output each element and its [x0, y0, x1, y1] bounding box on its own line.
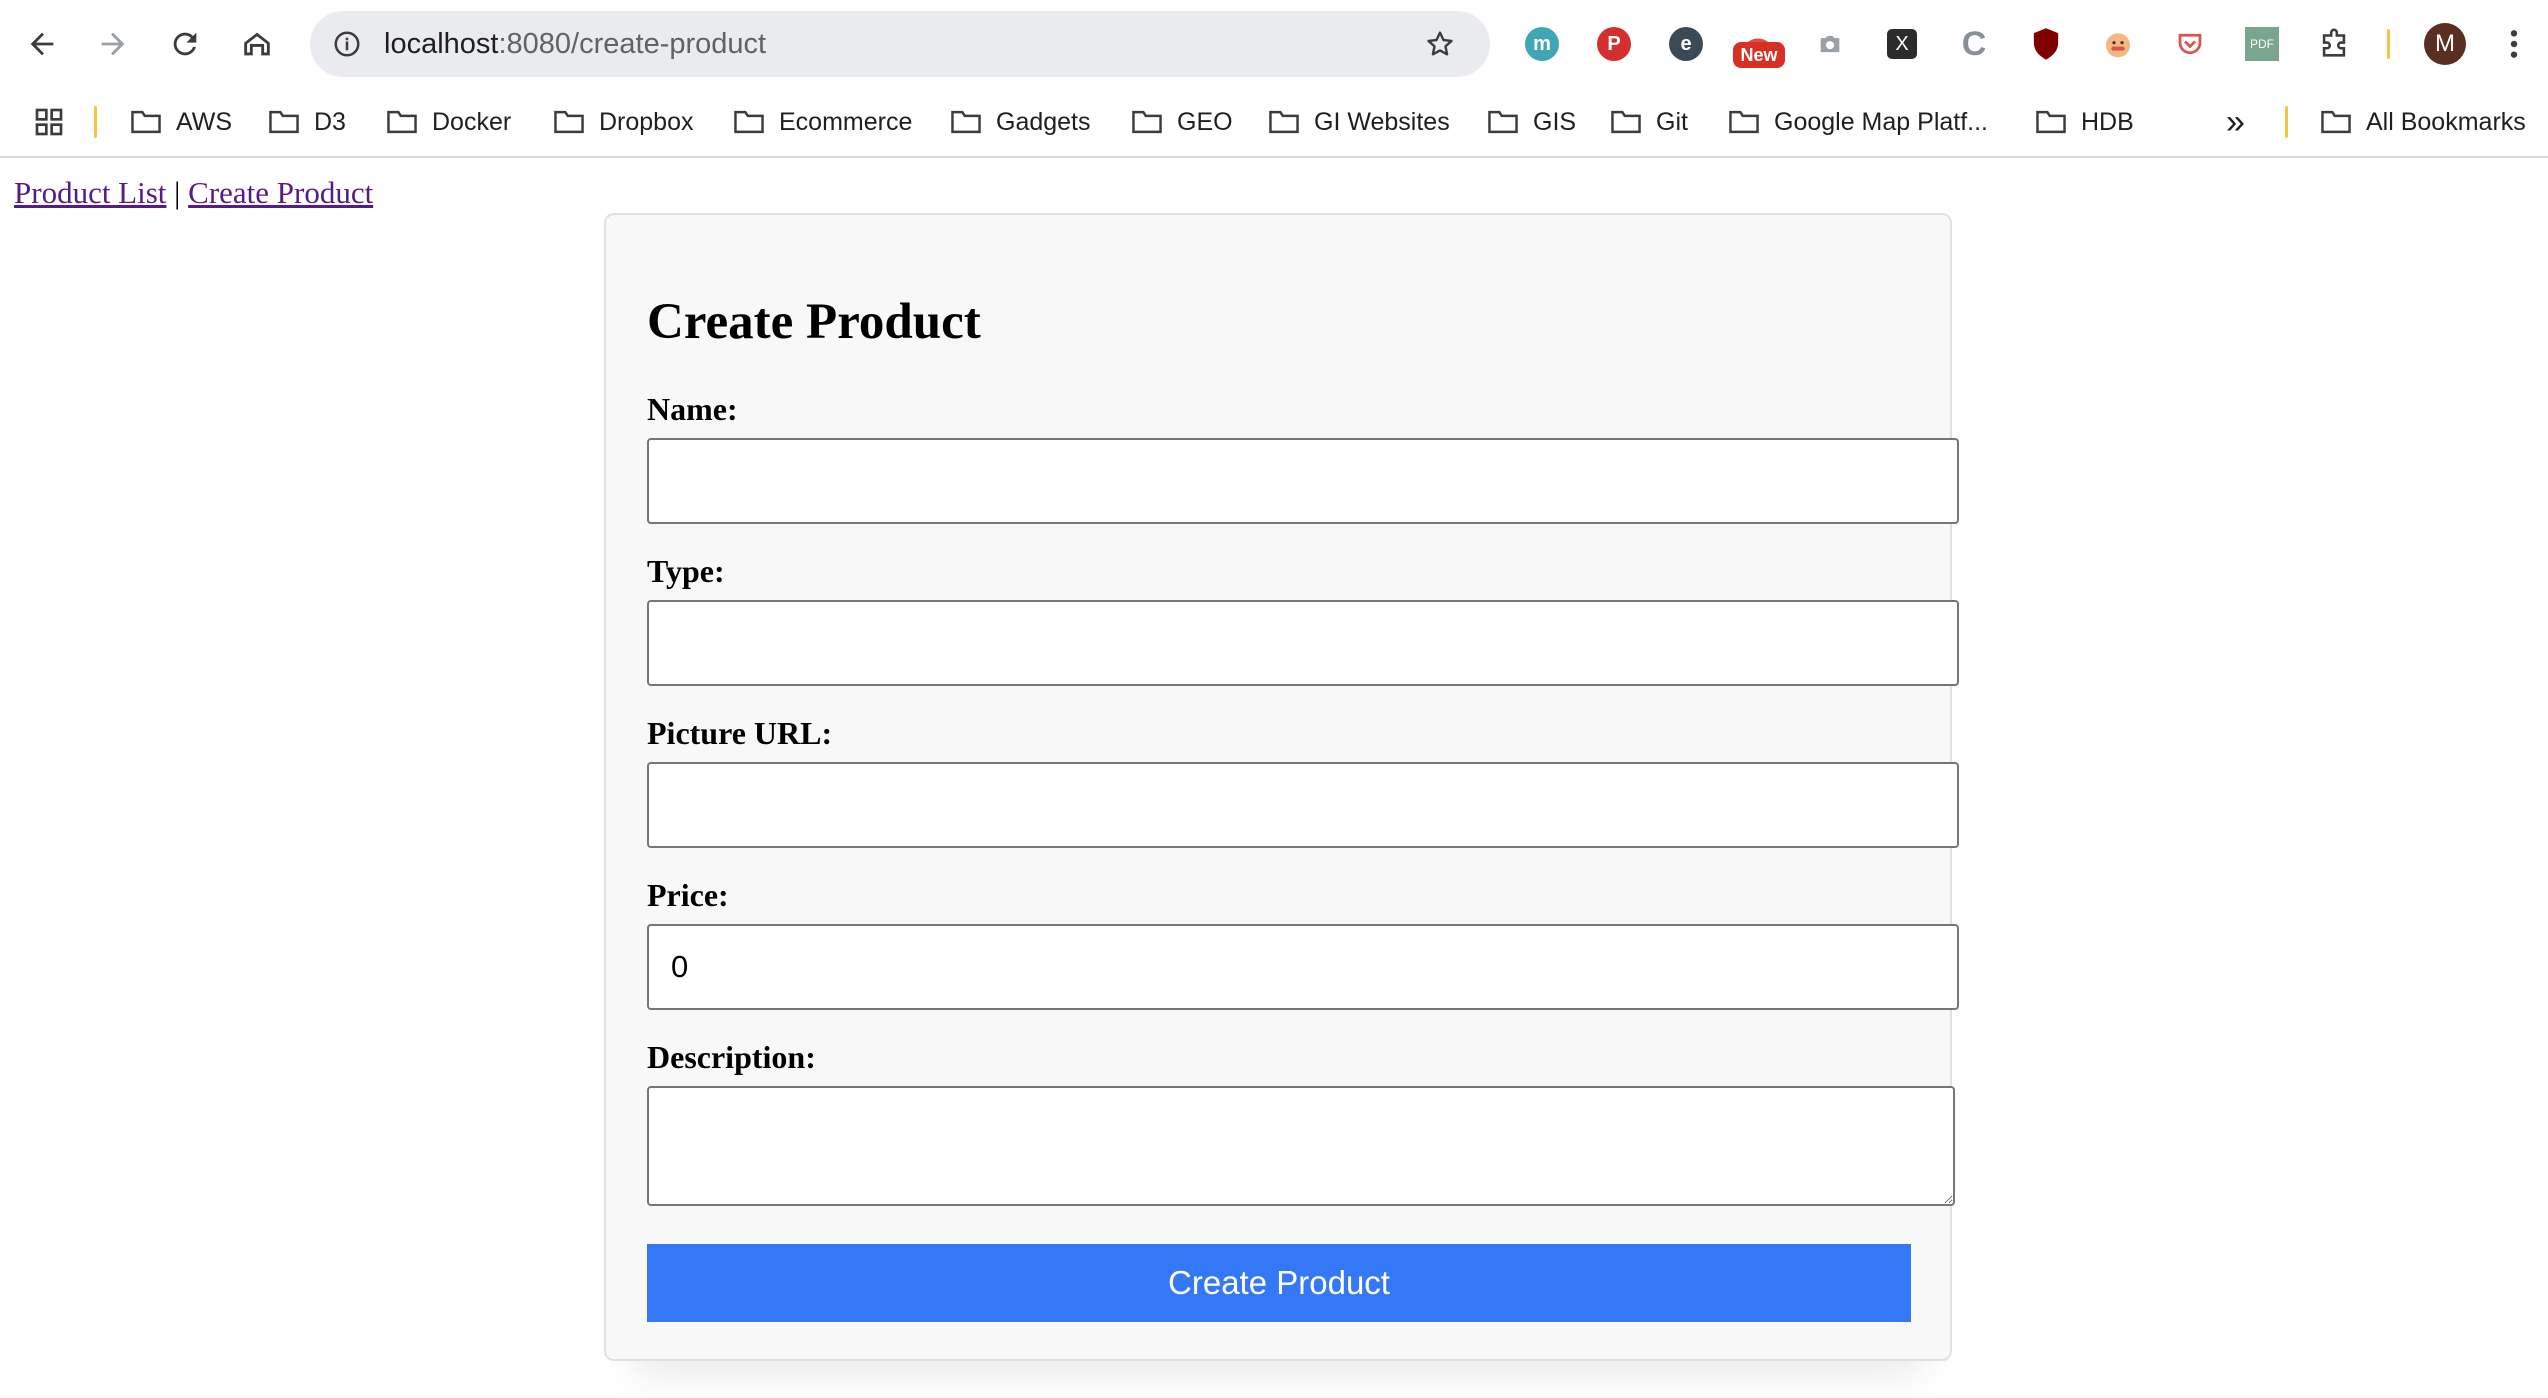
folder-icon [1729, 110, 1759, 134]
folder-icon [1488, 110, 1518, 134]
folder-icon [2036, 110, 2066, 134]
bookmark-label: Docker [432, 107, 512, 136]
folder-icon [131, 110, 161, 134]
bookmark-label: Git [1656, 107, 1688, 136]
m-extension-letter: m [1525, 27, 1559, 61]
url-host: localhost [384, 28, 499, 60]
pocket-extension-icon[interactable] [2170, 24, 2210, 64]
bookmark-folder-dropbox[interactable]: Dropbox [553, 88, 694, 156]
all-bookmarks-button[interactable]: All Bookmarks [2320, 88, 2526, 156]
bookmark-label: GIS [1533, 107, 1577, 136]
bookmark-folder-git[interactable]: Git [1610, 88, 1688, 156]
pdf-extension-label: PDF [2245, 27, 2279, 61]
bookmark-label: Google Map Platf... [1774, 107, 1989, 136]
bookmark-folder-docker[interactable]: Docker [386, 88, 511, 156]
arrow-left-icon [30, 32, 54, 56]
folder-icon [734, 110, 764, 134]
c-extension-icon[interactable]: C [1954, 24, 1994, 64]
description-textarea[interactable] [647, 1086, 1955, 1206]
bookmark-folder-ecommerce[interactable]: Ecommerce [733, 88, 912, 156]
description-label: Description: [647, 1039, 816, 1075]
forward-button[interactable] [88, 19, 138, 69]
pdf-extension-icon[interactable]: PDF [2242, 24, 2282, 64]
url-text: localhost:8080/create-product [384, 11, 766, 77]
profile-avatar[interactable]: M [2424, 23, 2466, 65]
name-label: Name: [647, 391, 738, 427]
address-bar[interactable]: localhost:8080/create-product [310, 11, 1490, 77]
bookmarks-bar: AWS D3 Docker Dropbox Ecommerce Gadgets … [0, 88, 2548, 158]
bookmark-label: HDB [2081, 107, 2134, 136]
type-input[interactable] [647, 600, 1959, 686]
folder-icon [554, 110, 584, 134]
x-extension-icon[interactable]: X [1882, 24, 1922, 64]
bookmark-label: Dropbox [599, 107, 694, 136]
bookmark-label: Ecommerce [779, 107, 913, 136]
bookmark-folder-gis[interactable]: GIS [1487, 88, 1576, 156]
folder-icon [1611, 110, 1641, 134]
folder-icon [2321, 110, 2351, 134]
product-list-link[interactable]: Product List [14, 175, 166, 210]
create-product-button[interactable]: Create Product [647, 1244, 1911, 1322]
form-title: Create Product [647, 294, 981, 350]
apps-grid-icon[interactable] [33, 88, 65, 156]
all-bookmarks-label: All Bookmarks [2366, 107, 2526, 136]
folder-icon [269, 110, 299, 134]
home-button[interactable] [232, 19, 282, 69]
e-extension-icon[interactable]: e [1666, 24, 1706, 64]
bookmark-folder-gi-websites[interactable]: GI Websites [1268, 88, 1450, 156]
toolbar-separator [2387, 29, 2390, 59]
bookmarks-separator-right [2285, 106, 2288, 138]
name-input[interactable] [647, 438, 1959, 524]
bookmark-label: GI Websites [1314, 107, 1450, 136]
price-input[interactable] [647, 924, 1959, 1010]
home-icon [244, 32, 270, 56]
bookmark-folder-aws[interactable]: AWS [130, 88, 232, 156]
type-label: Type: [647, 553, 725, 589]
url-path: :8080/create-product [498, 28, 767, 60]
folder-icon [951, 110, 981, 134]
create-product-link[interactable]: Create Product [188, 175, 373, 210]
camera-extension-icon[interactable] [1810, 24, 1850, 64]
new-badge: New [1733, 42, 1785, 68]
picture-url-label: Picture URL: [647, 715, 833, 751]
folder-icon [1132, 110, 1162, 134]
reload-button[interactable] [160, 19, 210, 69]
bookmarks-separator [94, 106, 97, 138]
ublock-shield-icon[interactable] [2026, 24, 2066, 64]
menu-kebab-icon[interactable] [2494, 24, 2534, 64]
extensions-puzzle-icon[interactable] [2314, 24, 2354, 64]
reload-icon [173, 32, 197, 56]
arrow-right-icon [101, 32, 125, 56]
bookmark-folder-google-map-platform[interactable]: Google Map Platf... [1728, 88, 1988, 156]
browser-toolbar: localhost:8080/create-product m P e New … [0, 0, 2548, 88]
create-product-form: Create Product Name: Type: Picture URL: … [604, 213, 1959, 1361]
bookmark-label: GEO [1177, 107, 1233, 136]
back-button[interactable] [17, 19, 67, 69]
site-info-icon[interactable] [327, 24, 367, 64]
folder-icon [387, 110, 417, 134]
price-label: Price: [647, 877, 729, 913]
bookmark-star-icon[interactable] [1420, 24, 1460, 64]
m-extension-icon[interactable]: m [1522, 24, 1562, 64]
bookmark-label: AWS [176, 107, 233, 136]
cat-extension-icon[interactable] [2098, 24, 2138, 64]
folder-icon [1269, 110, 1299, 134]
nav-separator: | [174, 175, 181, 210]
bookmarks-overflow-chevron-icon[interactable]: » [2226, 88, 2245, 156]
bookmark-folder-hdb[interactable]: HDB [2035, 88, 2134, 156]
picture-url-input[interactable] [647, 762, 1959, 848]
bookmark-label: D3 [314, 107, 346, 136]
bookmark-folder-d3[interactable]: D3 [268, 88, 346, 156]
pinterest-extension-icon[interactable]: P [1594, 24, 1634, 64]
bookmark-folder-geo[interactable]: GEO [1131, 88, 1233, 156]
bookmark-folder-gadgets[interactable]: Gadgets [950, 88, 1091, 156]
page-nav: Product List | Create Product [14, 175, 373, 211]
bookmark-label: Gadgets [996, 107, 1091, 136]
